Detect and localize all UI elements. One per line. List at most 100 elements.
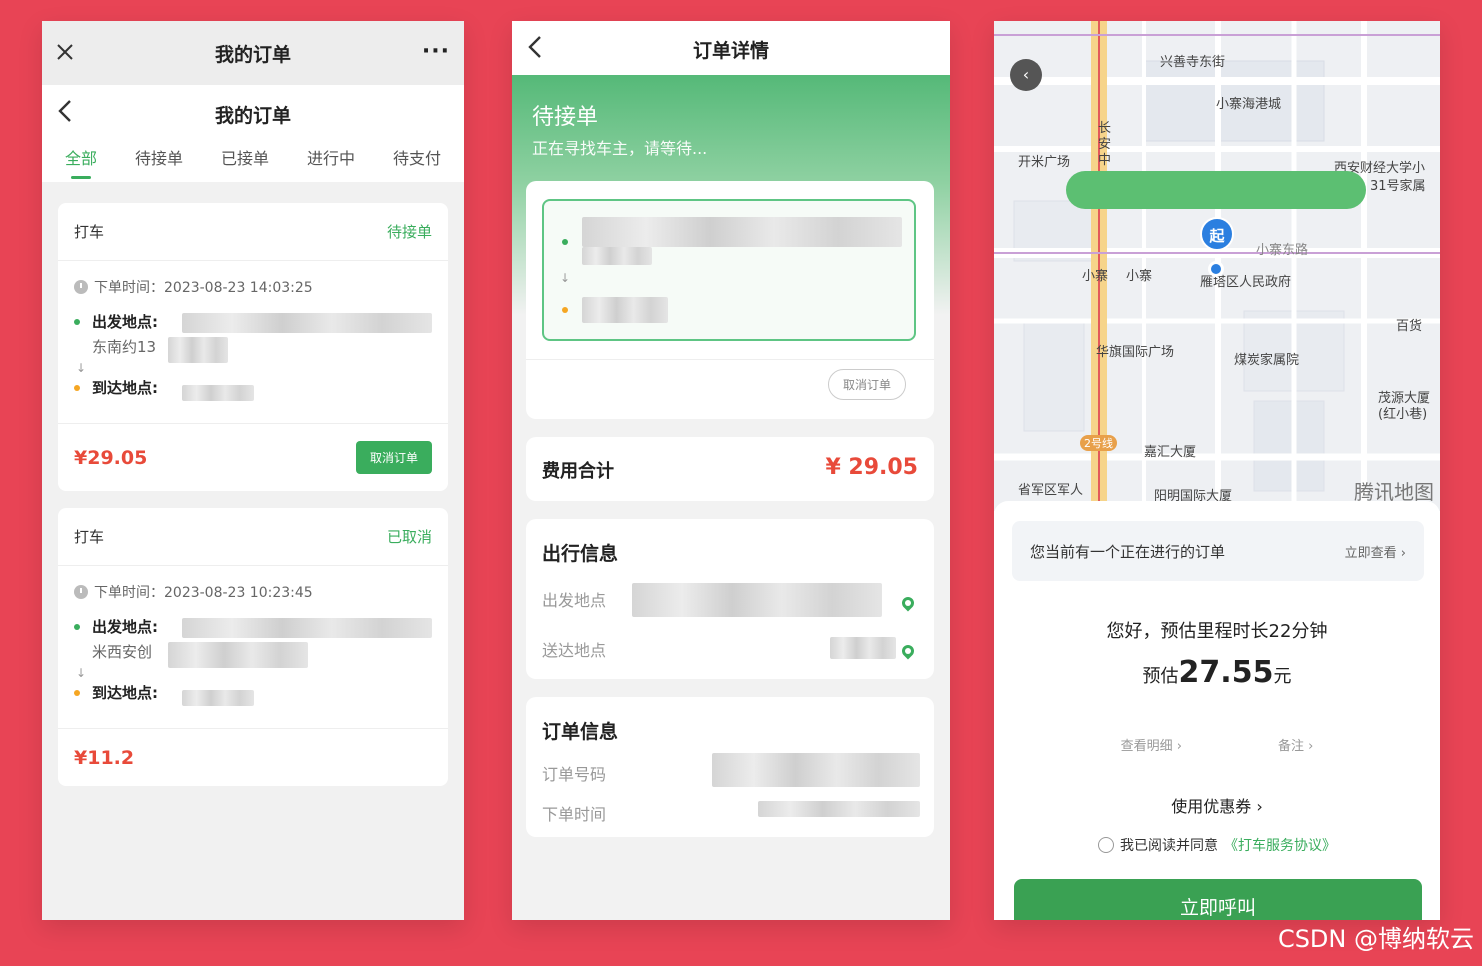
- order-status: 待接单: [386, 223, 432, 241]
- map-label: 小寨海港城: [1216, 97, 1282, 112]
- order-card-header: 打车 已取消: [58, 508, 448, 566]
- to-label: 到达地点:: [92, 379, 158, 397]
- order-time-label: 下单时间: [542, 805, 607, 824]
- order-card-body: 下单时间：2023-08-23 10:23:45 出发地点: 米西安创 ↓ 到达…: [58, 566, 448, 728]
- page-title: 我的订单: [214, 105, 291, 127]
- back-arrow-icon[interactable]: ‹: [1010, 59, 1042, 91]
- cancel-order-button[interactable]: 取消订单: [355, 441, 432, 474]
- topbar-title: 我的订单: [214, 43, 291, 66]
- mini-program-topbar: 我的订单 ···: [42, 21, 464, 85]
- blurred-order-time: [758, 801, 920, 817]
- agree-radio[interactable]: [1098, 837, 1114, 853]
- blurred-address: [582, 217, 902, 247]
- view-now-link[interactable]: 立即查看 ›: [1345, 542, 1406, 561]
- my-orders-screen: 我的订单 ··· 我的订单 全部 待接单 已接单 进行中 待支付 打车 待接单 …: [42, 21, 464, 920]
- map-label: 小寨: [1082, 269, 1109, 284]
- to-label: 到达地点:: [92, 684, 158, 702]
- estimate-links: 查看明细 › 备注 ›: [994, 735, 1440, 754]
- map-label: 31号家属: [1370, 179, 1426, 194]
- trip-info-card: 出行信息 出发地点 送达地点: [526, 519, 934, 679]
- end-dot-icon: [74, 690, 80, 696]
- estimated-price: 预估27.55元: [994, 655, 1440, 690]
- nav-bar: 订单详情: [512, 21, 950, 75]
- order-detail-screen: 订单详情 待接单 正在寻找车主，请等待... ↓ 取消订单 费用合计 ¥ 29.…: [512, 21, 950, 920]
- clock-icon: [74, 280, 88, 294]
- order-card-footer: ¥29.05 取消订单: [58, 423, 448, 491]
- blurred-address: [582, 297, 668, 323]
- current-location-icon: [1208, 261, 1224, 277]
- location-pin-icon: [899, 642, 917, 660]
- location-pin-icon: [899, 594, 917, 612]
- tab-unpaid[interactable]: 待支付: [393, 145, 441, 179]
- trip-info-title: 出行信息: [542, 543, 619, 565]
- order-type: 打车: [74, 223, 105, 241]
- ride-call-screen: 兴善寺东街 小寨海港城 开米广场 长安中 西安财经大学小 31号家属 小寨东路 …: [994, 21, 1440, 920]
- cancel-order-button[interactable]: 取消订单: [827, 369, 906, 400]
- order-card[interactable]: 打车 已取消 下单时间：2023-08-23 10:23:45 出发地点: 米西…: [58, 508, 448, 786]
- from-label: 出发地点:: [92, 618, 158, 636]
- agree-text: 我已阅读并同意: [1120, 838, 1218, 854]
- map-label: (红小巷): [1378, 407, 1428, 422]
- trip-estimate-greeting: 您好，预估里程时长22分钟: [1106, 621, 1328, 642]
- route-arrow-icon: ↓: [76, 666, 87, 680]
- use-coupon-link[interactable]: 使用优惠券 ›: [994, 793, 1440, 817]
- ongoing-order-notice[interactable]: 您当前有一个正在进行的订单 立即查看 ›: [1012, 521, 1424, 581]
- blurred-order-number: [712, 753, 920, 787]
- trip-from-label: 出发地点: [542, 591, 607, 610]
- blurred-address: [182, 313, 432, 333]
- more-dots-icon[interactable]: ···: [422, 41, 450, 63]
- orders-header: 我的订单 全部 待接单 已接单 进行中 待支付: [42, 85, 464, 182]
- map-view[interactable]: 兴善寺东街 小寨海港城 开米广场 长安中 西安财经大学小 31号家属 小寨东路 …: [994, 21, 1440, 511]
- service-agreement-link[interactable]: 《打车服务协议》: [1224, 835, 1336, 855]
- tab-pending[interactable]: 待接单: [135, 145, 183, 179]
- close-icon[interactable]: [54, 41, 76, 63]
- trip-to-label: 送达地点: [542, 641, 607, 660]
- end-dot-icon: [562, 307, 568, 313]
- map-label: 小寨: [1126, 269, 1153, 284]
- order-price: ¥29.05: [74, 446, 148, 469]
- order-type: 打车: [74, 528, 105, 546]
- order-tabs: 全部 待接单 已接单 进行中 待支付: [42, 145, 464, 179]
- ride-sheet: 您当前有一个正在进行的订单 立即查看 › 您好，预估里程时长22分钟 预估27.…: [994, 501, 1440, 920]
- blurred-address: [830, 637, 896, 659]
- status-subtitle: 正在寻找车主，请等待...: [532, 139, 708, 158]
- order-time-text: 下单时间：2023-08-23 10:23:45: [94, 585, 313, 601]
- order-time: 下单时间：2023-08-23 14:03:25: [74, 277, 432, 297]
- map-label: 长安中: [1098, 121, 1112, 168]
- blurred-location-banner: [1066, 171, 1366, 209]
- notice-text: 您当前有一个正在进行的订单: [1030, 542, 1226, 561]
- tab-accepted[interactable]: 已接单: [221, 145, 269, 179]
- start-dot-icon: [74, 319, 80, 325]
- start-dot-icon: [562, 239, 568, 245]
- end-dot-icon: [74, 385, 80, 391]
- tab-in-progress[interactable]: 进行中: [307, 145, 355, 179]
- order-card-header: 打车 待接单: [58, 203, 448, 261]
- order-info-card: 订单信息 订单号码 下单时间: [526, 697, 934, 837]
- csdn-watermark: CSDN @博纳软云: [1277, 925, 1474, 953]
- route-box: ↓: [542, 199, 916, 341]
- order-card-body: 下单时间：2023-08-23 14:03:25 出发地点: 东南约13 ↓ 到…: [58, 261, 448, 423]
- map-label: 开米广场: [1018, 155, 1071, 170]
- start-marker-icon: 起: [1200, 217, 1234, 251]
- tab-all[interactable]: 全部: [65, 145, 97, 179]
- order-info-title: 订单信息: [542, 721, 619, 743]
- from-address: 米西安创: [92, 643, 153, 661]
- route-arrow-icon: ↓: [560, 271, 571, 285]
- order-card[interactable]: 打车 待接单 下单时间：2023-08-23 14:03:25 出发地点: 东南…: [58, 203, 448, 491]
- map-label: 省军区军人: [1018, 483, 1084, 498]
- estimate-prefix: 预估: [1142, 666, 1179, 687]
- order-status: 已取消: [386, 528, 432, 546]
- route-arrow-icon: ↓: [76, 361, 87, 375]
- call-now-button[interactable]: 立即呼叫: [1014, 879, 1422, 920]
- order-number-label: 订单号码: [542, 765, 607, 784]
- blurred-address: [168, 337, 228, 363]
- status-title: 待接单: [532, 105, 599, 130]
- map-label: 嘉汇大厦: [1144, 445, 1197, 460]
- fee-card: 费用合计 ¥ 29.05: [526, 437, 934, 501]
- fee-value: ¥ 29.05: [825, 455, 918, 480]
- divider: [526, 359, 934, 360]
- remark-link[interactable]: 备注 ›: [1278, 735, 1313, 754]
- view-detail-link[interactable]: 查看明细 ›: [1121, 735, 1182, 754]
- order-price: ¥11.2: [74, 746, 135, 769]
- blurred-address: [168, 642, 308, 668]
